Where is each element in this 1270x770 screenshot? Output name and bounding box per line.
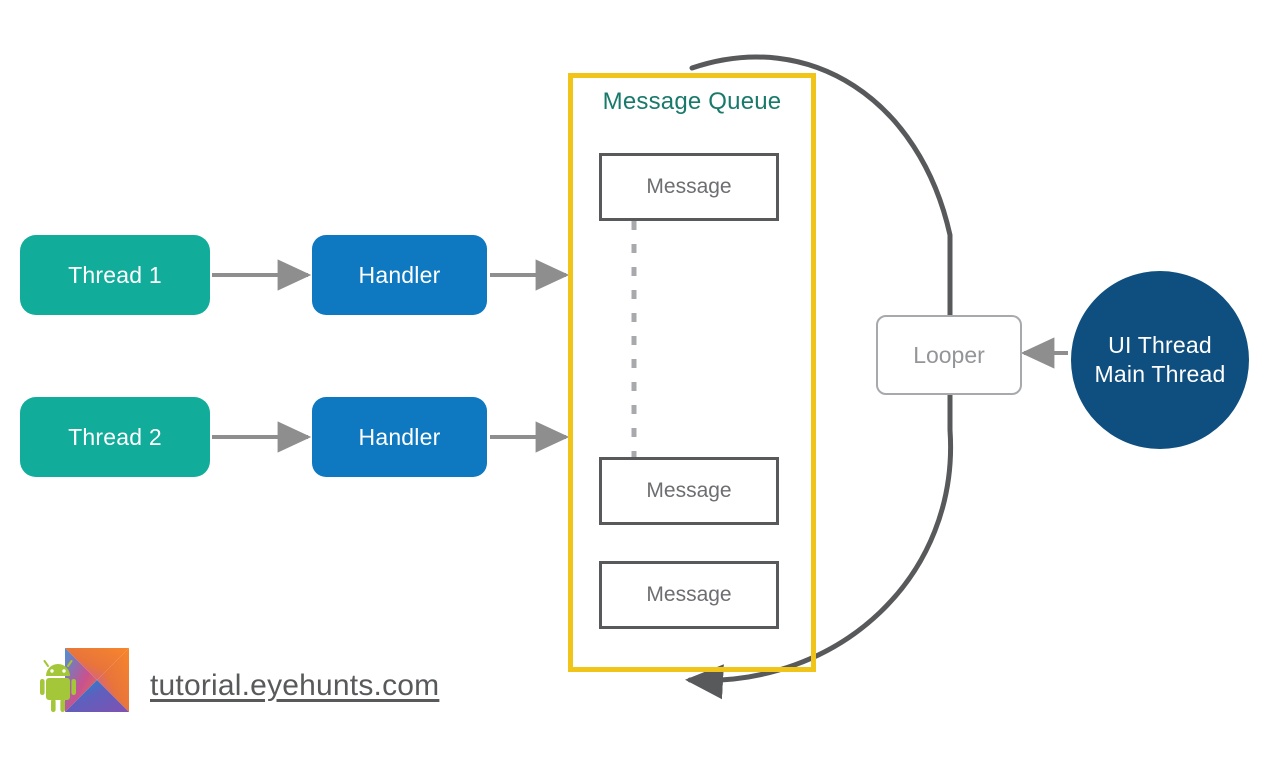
handler-2-label: Handler xyxy=(358,423,441,450)
handler-2-node[interactable]: Handler xyxy=(312,397,487,477)
message-box-1[interactable]: Message xyxy=(599,153,779,221)
message-3-label: Message xyxy=(646,583,732,606)
message-queue-title: Message Queue xyxy=(602,88,782,115)
ui-thread-line-1: UI Thread xyxy=(1108,331,1212,358)
diagram-canvas: Thread 1 Thread 2 Handler Handler Messag… xyxy=(0,0,1270,770)
looper-label: Looper xyxy=(913,341,985,368)
kotlin-android-logo-icon xyxy=(36,640,136,732)
thread-2-node[interactable]: Thread 2 xyxy=(20,397,210,477)
thread-1-label: Thread 1 xyxy=(68,261,162,288)
handler-1-node[interactable]: Handler xyxy=(312,235,487,315)
handler-1-label: Handler xyxy=(358,261,441,288)
message-box-3[interactable]: Message xyxy=(599,561,779,629)
ui-thread-node[interactable]: UI Thread Main Thread xyxy=(1071,271,1249,449)
message-2-label: Message xyxy=(646,479,732,502)
thread-2-label: Thread 2 xyxy=(68,423,162,450)
brand-url-text[interactable]: tutorial.eyehunts.com xyxy=(150,669,439,703)
thread-1-node[interactable]: Thread 1 xyxy=(20,235,210,315)
message-box-2[interactable]: Message xyxy=(599,457,779,525)
brand-footer: tutorial.eyehunts.com xyxy=(36,640,439,732)
message-1-label: Message xyxy=(646,175,732,198)
looper-node[interactable]: Looper xyxy=(876,315,1022,395)
ui-thread-line-2: Main Thread xyxy=(1094,361,1226,387)
